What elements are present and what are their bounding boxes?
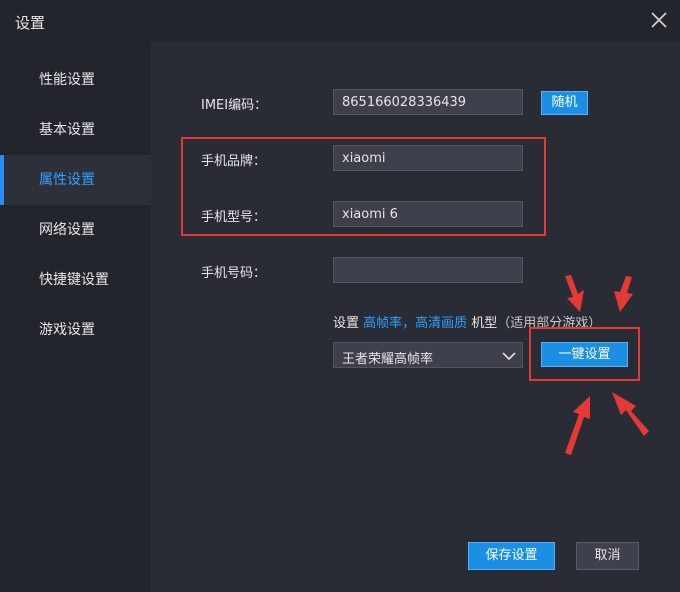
preset-hint-highlight: 高帧率，高清画质 xyxy=(363,316,468,331)
chevron-down-icon xyxy=(502,352,516,361)
model-label: 手机型号： xyxy=(201,210,267,225)
cancel-button[interactable]: 取消 xyxy=(576,542,639,570)
brand-input[interactable] xyxy=(333,145,523,171)
settings-sidebar: 性能设置 基本设置 属性设置 网络设置 快捷键设置 游戏设置 xyxy=(0,42,151,592)
preset-hint-suffix: （适用部分游戏） xyxy=(497,316,602,331)
preset-hint: 设置 高帧率，高清画质 机型（适用部分游戏） xyxy=(333,312,601,331)
preset-hint-prefix: 设置 xyxy=(333,316,364,331)
close-icon[interactable] xyxy=(648,9,670,31)
sidebar-item-basic[interactable]: 基本设置 xyxy=(0,105,151,155)
title-bar: 设置 xyxy=(0,0,680,42)
properties-panel: IMEI编码： 随机 手机品牌： 手机型号： 手机号码： 设置 高帧率，高清画质… xyxy=(151,42,680,592)
model-input[interactable] xyxy=(333,201,523,227)
random-imei-button[interactable]: 随机 xyxy=(541,91,588,115)
phone-number-label: 手机号码： xyxy=(201,266,267,281)
one-click-setup-button[interactable]: 一键设置 xyxy=(541,342,628,367)
preset-dropdown[interactable]: 王者荣耀高帧率 xyxy=(333,342,523,368)
window-title: 设置 xyxy=(15,14,46,32)
preset-hint-mid: 机型 xyxy=(467,316,498,331)
phone-number-input[interactable] xyxy=(333,257,523,283)
sidebar-item-game[interactable]: 游戏设置 xyxy=(0,305,151,355)
sidebar-item-properties[interactable]: 属性设置 xyxy=(0,155,151,205)
imei-label: IMEI编码： xyxy=(201,98,268,113)
save-settings-button[interactable]: 保存设置 xyxy=(468,542,555,570)
imei-input[interactable] xyxy=(333,89,523,115)
sidebar-item-performance[interactable]: 性能设置 xyxy=(0,55,151,105)
sidebar-item-shortcuts[interactable]: 快捷键设置 xyxy=(0,255,151,305)
brand-label: 手机品牌： xyxy=(201,154,267,169)
preset-dropdown-value: 王者荣耀高帧率 xyxy=(342,352,434,367)
sidebar-item-network[interactable]: 网络设置 xyxy=(0,205,151,255)
